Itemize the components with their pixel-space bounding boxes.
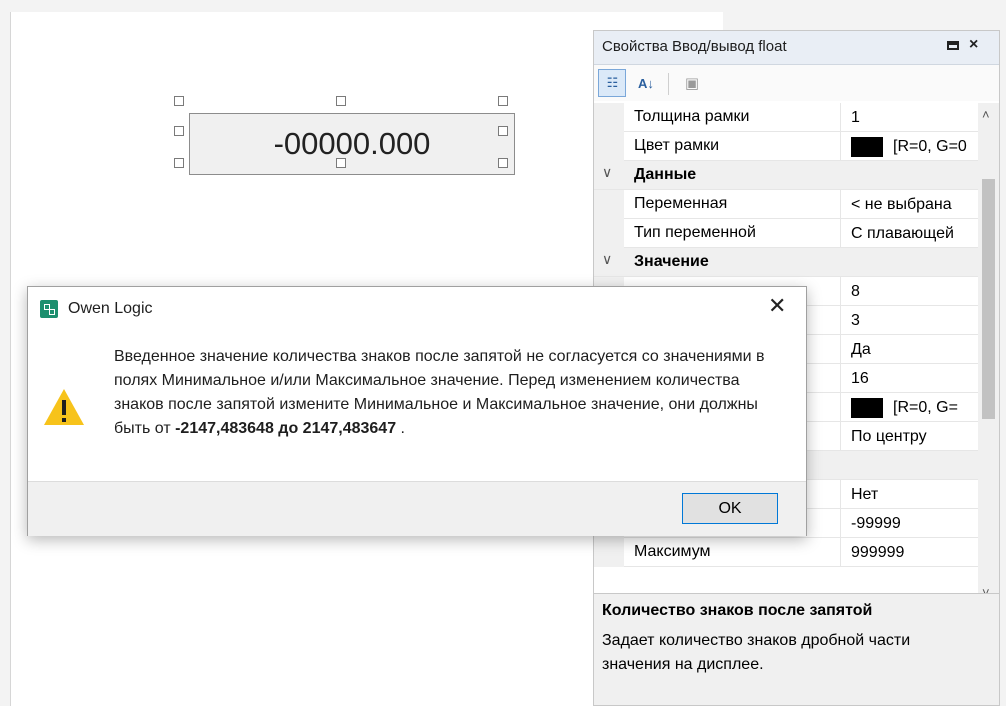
toolbar-separator (668, 73, 669, 95)
maximize-icon[interactable] (947, 41, 959, 50)
property-name: Данные (634, 166, 697, 183)
property-description: Количество знаков после запятой Задает к… (594, 593, 999, 705)
row-gutter (594, 219, 624, 248)
owen-logic-app-icon (40, 300, 58, 318)
property-name: Толщина рамки (634, 108, 750, 125)
property-name: Цвет рамки (634, 137, 720, 154)
row-gutter (594, 190, 624, 219)
chevron-down-icon[interactable]: ∨ (602, 164, 612, 181)
properties-toolbar: ☷ A↓ ▣ (594, 65, 999, 101)
property-value-text: [R=0, G=0 (893, 138, 967, 155)
property-row[interactable]: Цвет рамки [R=0, G=0 (594, 132, 978, 161)
property-row[interactable]: Тип переменной С плавающей (594, 219, 978, 248)
resize-handle-n[interactable] (336, 96, 346, 106)
property-value[interactable]: 8 (840, 277, 978, 306)
property-value-text: [R=0, G= (893, 399, 958, 416)
resize-handle-sw[interactable] (174, 158, 184, 168)
message-tail: . (396, 420, 405, 437)
panel-close-icon[interactable]: × (969, 36, 978, 54)
property-category-row[interactable]: ∨ Значение (594, 248, 978, 277)
io-float-value: -00000.000 (273, 126, 431, 161)
property-value-text: С плавающей (851, 225, 954, 242)
categorized-view-icon[interactable]: ☷ (598, 69, 626, 97)
property-value-text: 8 (851, 283, 860, 300)
property-row[interactable]: Максимум 999999 (594, 538, 978, 567)
color-swatch (851, 136, 883, 157)
scrollbar-thumb[interactable] (982, 179, 995, 419)
dialog-close-icon[interactable]: ✕ (768, 293, 786, 319)
property-value[interactable]: По центру (840, 422, 978, 451)
property-value[interactable]: Да (840, 335, 978, 364)
row-gutter (594, 538, 624, 567)
property-value-text: 16 (851, 370, 869, 387)
dialog-footer: OK (28, 481, 806, 536)
resize-handle-w[interactable] (174, 126, 184, 136)
message-dialog: Owen Logic ✕ Введенное значение количест… (27, 286, 807, 536)
chevron-down-icon[interactable]: ∨ (602, 251, 612, 268)
property-value[interactable]: Нет (840, 480, 978, 509)
property-value[interactable]: 1 (840, 103, 978, 132)
property-row[interactable]: Переменная < не выбрана (594, 190, 978, 219)
property-name: Значение (634, 253, 709, 270)
row-gutter (594, 132, 624, 161)
description-title: Количество знаков после запятой (602, 602, 873, 619)
property-value[interactable]: [R=0, G= (840, 393, 978, 422)
property-row[interactable]: Толщина рамки 1 (594, 103, 978, 132)
properties-header: Свойства Ввод/вывод float × (594, 31, 999, 65)
ok-button[interactable]: OK (682, 493, 778, 524)
resize-handle-se[interactable] (498, 158, 508, 168)
property-name: Переменная (634, 195, 728, 212)
property-name: Максимум (634, 543, 711, 560)
resize-handle-nw[interactable] (174, 96, 184, 106)
property-value[interactable]: С плавающей (840, 219, 978, 248)
dialog-message: Введенное значение количества знаков пос… (114, 345, 774, 441)
property-value[interactable]: [R=0, G=0 (840, 132, 978, 161)
property-value-text: -99999 (851, 515, 901, 532)
dialog-titlebar[interactable]: Owen Logic ✕ (28, 287, 806, 331)
warning-icon (44, 389, 84, 425)
vertical-scrollbar[interactable]: ˄ ˅ (978, 103, 999, 611)
property-category-row[interactable]: ∨ Данные (594, 161, 978, 190)
property-value-text: < не выбрана (851, 196, 952, 213)
property-pages-icon[interactable]: ▣ (678, 69, 706, 97)
dialog-title: Owen Logic (68, 300, 153, 317)
property-value-text: 1 (851, 109, 860, 126)
message-range: -2147,483648 до 2147,483647 (175, 420, 397, 437)
property-name: Тип переменной (634, 224, 756, 241)
properties-title: Свойства Ввод/вывод float (602, 38, 787, 55)
resize-handle-s[interactable] (336, 158, 346, 168)
io-float-widget[interactable]: -00000.000 (189, 113, 515, 175)
property-value-text: Нет (851, 486, 879, 503)
property-value-text: По центру (851, 428, 927, 445)
property-value[interactable]: 3 (840, 306, 978, 335)
property-value[interactable]: < не выбрана (840, 190, 978, 219)
scroll-up-icon[interactable]: ˄ (982, 107, 990, 122)
resize-handle-ne[interactable] (498, 96, 508, 106)
property-value[interactable]: 999999 (840, 538, 978, 567)
row-gutter (594, 103, 624, 132)
property-value-text: 999999 (851, 544, 905, 561)
resize-handle-e[interactable] (498, 126, 508, 136)
color-swatch (851, 397, 883, 418)
alphabetical-sort-icon[interactable]: A↓ (632, 69, 660, 97)
dialog-body: Введенное значение количества знаков пос… (28, 331, 806, 481)
description-text: Задает количество знаков дробной части з… (602, 632, 911, 673)
property-value-text: Да (851, 341, 871, 358)
property-value-text: 3 (851, 312, 860, 329)
property-value[interactable]: -99999 (840, 509, 978, 538)
property-value[interactable]: 16 (840, 364, 978, 393)
